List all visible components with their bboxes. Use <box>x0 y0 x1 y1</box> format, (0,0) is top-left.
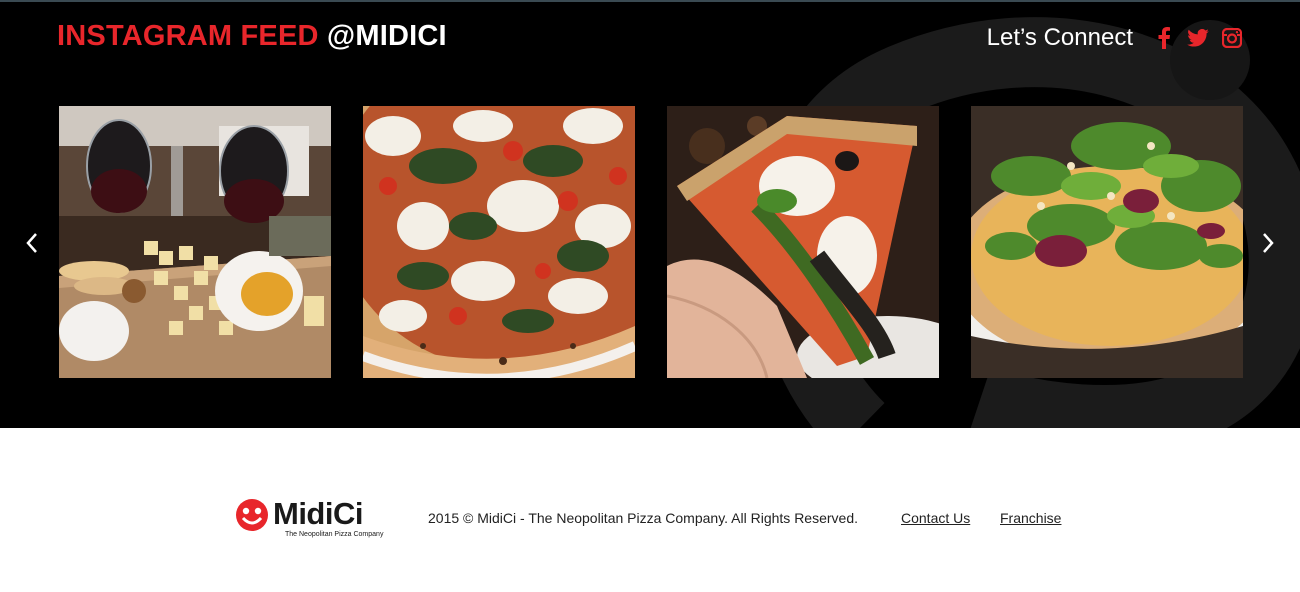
logo-wordmark: MidiCi <box>273 496 364 531</box>
feed-title-label: INSTAGRAM FEED <box>57 20 319 52</box>
facebook-icon[interactable] <box>1153 27 1175 49</box>
logo-tagline: The Neopolitan Pizza Company <box>285 531 384 538</box>
feed-title: INSTAGRAM FEED @MIDICI <box>57 20 447 53</box>
chevron-left-icon[interactable] <box>20 230 44 256</box>
instagram-feed-section: INSTAGRAM FEED @MIDICI Let’s Connect <box>0 0 1300 428</box>
photo-carousel <box>59 106 1243 378</box>
instagram-photo-salad-pizza[interactable] <box>971 106 1243 378</box>
contact-us-link[interactable]: Contact Us <box>901 510 970 526</box>
instagram-photo-pizza-slice[interactable] <box>667 106 939 378</box>
twitter-icon[interactable] <box>1187 27 1209 49</box>
social-connect: Let’s Connect <box>987 24 1243 52</box>
copyright-text: 2015 © MidiCi - The Neopolitan Pizza Com… <box>428 510 858 526</box>
logo-face-icon <box>236 499 268 531</box>
instagram-icon[interactable] <box>1221 27 1243 49</box>
instagram-photo-cheese-board[interactable] <box>59 106 331 378</box>
page-footer: MidiCi The Neopolitan Pizza Company 2015… <box>0 428 1300 592</box>
instagram-photo-pesto-pizza[interactable] <box>363 106 635 378</box>
connect-label: Let’s Connect <box>986 24 1133 51</box>
midici-logo[interactable]: MidiCi The Neopolitan Pizza Company <box>235 496 385 542</box>
franchise-link[interactable]: Franchise <box>1000 510 1061 526</box>
chevron-right-icon[interactable] <box>1256 230 1280 256</box>
feed-title-handle: @MIDICI <box>326 20 447 52</box>
